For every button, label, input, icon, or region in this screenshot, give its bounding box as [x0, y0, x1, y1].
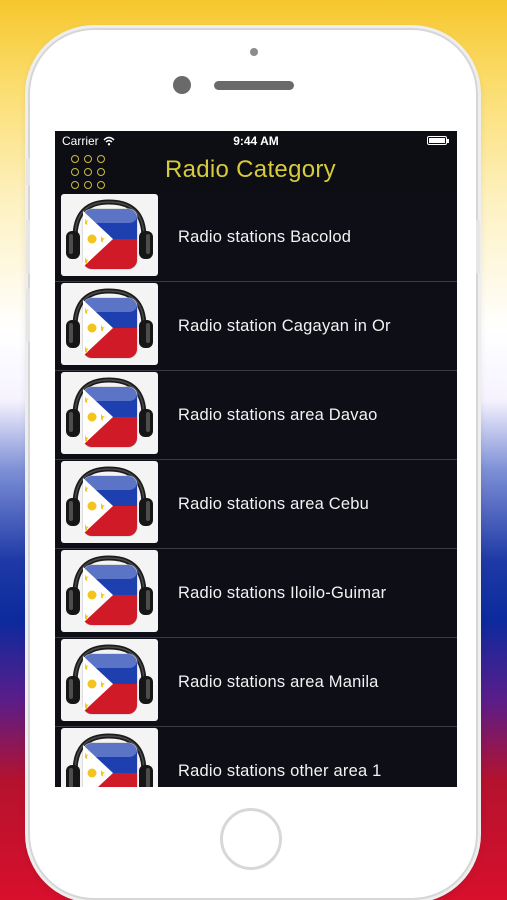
list-item[interactable]: Radio stations area Manila	[55, 638, 457, 727]
list-item[interactable]: Radio stations area Davao	[55, 371, 457, 460]
list-item[interactable]: Radio stations other area 1	[55, 727, 457, 787]
list-item-label: Radio stations area Cebu	[178, 495, 369, 513]
philippines-flag-headphones-icon	[61, 461, 158, 543]
status-time: 9:44 AM	[233, 134, 279, 148]
battery-icon	[427, 136, 449, 145]
nav-bar: Radio Category	[55, 151, 457, 193]
list-item-label: Radio stations Iloilo-Guimar	[178, 584, 387, 602]
app-screen: Carrier 9:44 AM Radio Category Radio sta…	[55, 131, 457, 787]
front-camera	[173, 76, 191, 94]
page-title: Radio Category	[165, 156, 336, 183]
philippines-flag-headphones-icon	[61, 728, 158, 787]
proximity-sensor	[250, 48, 258, 56]
home-button[interactable]	[220, 808, 282, 870]
philippines-flag-headphones-icon	[61, 639, 158, 721]
list-item[interactable]: Radio stations area Cebu	[55, 460, 457, 549]
volume-down-button	[26, 288, 30, 342]
earpiece-speaker	[214, 81, 294, 90]
philippines-flag-headphones-icon	[61, 550, 158, 632]
list-item-label: Radio stations area Davao	[178, 406, 378, 424]
station-list: Radio stations Bacolod Radio station Cag…	[55, 193, 457, 787]
grid-menu-icon[interactable]	[69, 154, 106, 190]
list-item-label: Radio stations area Manila	[178, 673, 379, 691]
list-item-label: Radio station Cagayan in Or	[178, 317, 391, 335]
power-button	[476, 220, 480, 274]
philippines-flag-headphones-icon	[61, 283, 158, 365]
list-item[interactable]: Radio station Cagayan in Or	[55, 282, 457, 371]
list-item[interactable]: Radio stations Iloilo-Guimar	[55, 549, 457, 638]
list-item-label: Radio stations other area 1	[178, 762, 382, 780]
volume-up-button	[26, 220, 30, 274]
philippines-flag-headphones-icon	[61, 194, 158, 276]
status-bar: Carrier 9:44 AM	[55, 131, 457, 151]
mute-switch	[26, 158, 30, 186]
list-item-label: Radio stations Bacolod	[178, 228, 352, 246]
philippines-flag-headphones-icon	[61, 372, 158, 454]
list-item[interactable]: Radio stations Bacolod	[55, 193, 457, 282]
